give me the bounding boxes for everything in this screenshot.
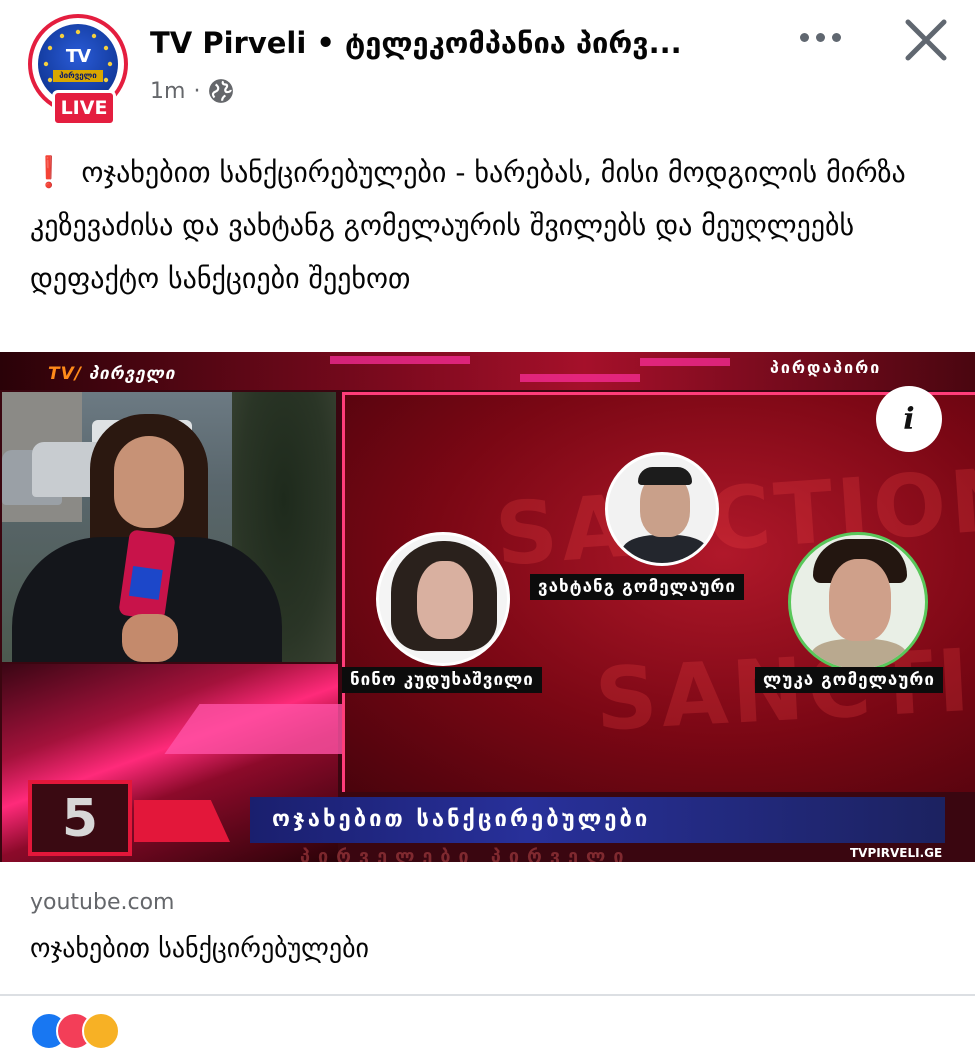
site-watermark: TVPIRVELI.GE [850,846,943,860]
page-name-link[interactable]: TV Pirveli • ტელეკომპანია პირვ... [150,26,710,60]
caption-text: ოჯახებით სანქცირებულები - ხარებას, მისი … [30,156,906,295]
globe-icon [209,79,234,103]
meta-separator: · [193,78,201,104]
exclamation-icon: ❗ [30,155,68,190]
link-title: ოჯახებით სანქცირებულები [30,934,369,964]
avatar-sub-text: პირველი [53,70,103,82]
portrait-suit [622,535,708,563]
reporter-face [114,436,184,528]
divider [0,994,975,996]
link-domain: youtube.com [30,890,175,915]
name-tag-nino: ნინო კუდუხაშვილი [342,667,542,693]
info-icon[interactable]: i [876,386,942,452]
portrait-head [417,561,473,639]
video-preview[interactable]: TV/ პირველი პირდაპირი SANCTIONS SANCTION… [0,352,975,862]
neon-stripe [640,358,730,366]
portrait-hair [638,467,692,485]
page-avatar[interactable]: TV პირველი LIVE [28,14,132,126]
live-badge: LIVE [52,90,116,126]
more-horizontal-icon [799,32,809,42]
post-caption: ❗ ოჯახებით სანქცირებულები - ხარებას, მისი… [30,146,950,305]
neon-stripe [330,356,470,364]
reaction-summary[interactable] [30,1012,150,1050]
brand-name: პირველი [88,364,176,384]
ticker-under-text: პირველები პირველი [300,846,632,862]
close-icon[interactable] [898,12,954,68]
portrait-head [829,559,891,641]
portrait-luka [788,532,928,672]
brand-tv: TV/ [48,364,82,384]
portrait-nino [376,532,510,666]
reporter-hand [122,614,178,662]
post-meta: 1m · [150,78,234,104]
ticker-red-accent [134,800,230,842]
more-dot [815,32,825,42]
reporter-frame [2,392,336,662]
portrait-vakhtang [605,452,719,566]
avatar-logo-text: TV [65,46,91,67]
post-timestamp[interactable]: 1m [150,79,185,104]
link-preview[interactable]: youtube.com ოჯახებით სანქცირებულები [0,862,975,994]
mic-cube [128,565,163,600]
name-tag-vakhtang: ვახტანგ გომელაური [530,574,744,600]
live-broadcast-label: პირდაპირი [770,358,882,377]
ticker-number: 5 [28,780,132,856]
neon-stripe [520,374,640,382]
news-ticker: 5 ოჯახებით სანქცირებულები პირველები პირვ… [0,780,975,862]
ticker-title: ოჯახებით სანქცირებულები [250,797,945,843]
more-dot [831,32,841,42]
name-tag-luka: ლუკა გომელაური [755,667,943,693]
channel-brand: TV/ პირველი [48,364,176,384]
haha-reaction-icon [82,1012,120,1050]
more-options-button[interactable] [790,20,850,54]
